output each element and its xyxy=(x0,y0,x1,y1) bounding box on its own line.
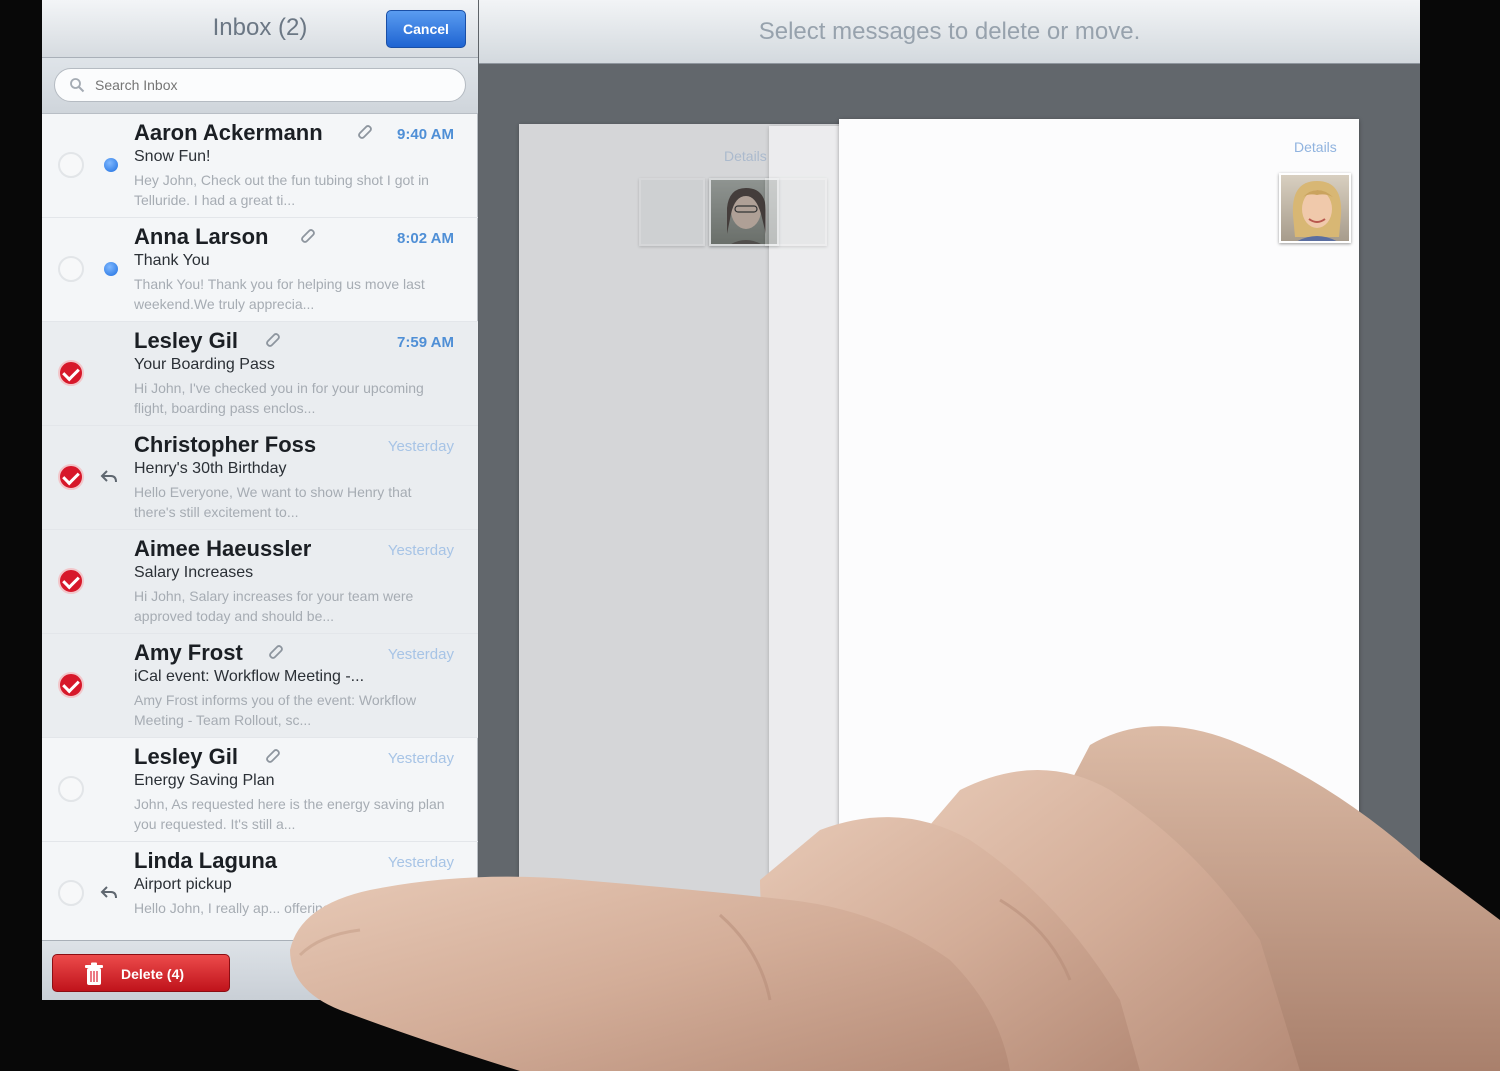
message-subject: Salary Increases xyxy=(134,564,254,581)
selection-circle[interactable] xyxy=(58,152,84,178)
message-subject: Airport pickup xyxy=(134,876,232,893)
edit-toolbar: Delete (4) xyxy=(42,940,478,1000)
message-preview: Hello Everyone, We want to show Henry th… xyxy=(134,484,412,520)
message-time: 8:02 AM xyxy=(397,230,454,247)
sender-name: Aaron Ackermann xyxy=(134,120,323,145)
message-preview: Hey John, Check out the fun tubing shot … xyxy=(134,172,429,208)
unread-dot-icon xyxy=(104,158,118,172)
message-time: Yesterday xyxy=(387,542,454,559)
selection-circle[interactable] xyxy=(58,256,84,282)
message-subject: Energy Saving Plan xyxy=(134,772,275,789)
message-row[interactable]: Linda Laguna Yesterday Airport pickup Hello… xyxy=(42,842,478,940)
message-subject: Snow Fun! xyxy=(134,148,211,165)
message-row[interactable]: Amy Frost Yesterday iCal event: Workflow M… xyxy=(42,634,478,738)
search-input[interactable] xyxy=(95,77,435,93)
checkmark-icon[interactable] xyxy=(58,464,84,490)
message-row[interactable]: Anna Larson 8:02 AM Thank You Thank You! Th… xyxy=(42,218,478,322)
message-subject: Your Boarding Pass xyxy=(134,356,275,373)
list-header: Inbox (2) Cancel xyxy=(42,0,478,58)
message-preview: Amy Frost informs you of the event: Work… xyxy=(134,692,417,728)
message-time: Yesterday xyxy=(387,854,454,871)
sender-avatar xyxy=(1279,173,1351,243)
checkmark-icon[interactable] xyxy=(58,672,84,698)
selection-circle[interactable] xyxy=(58,880,84,906)
cancel-button[interactable]: Cancel xyxy=(386,10,466,48)
reply-icon xyxy=(100,884,118,902)
message-time: Yesterday xyxy=(387,646,454,663)
unread-dot-icon xyxy=(104,262,118,276)
message-subject: iCal event: Workflow Meeting -... xyxy=(134,668,365,685)
message-subject: Henry's 30th Birthday xyxy=(134,460,287,477)
sender-avatar-faded-2 xyxy=(765,178,827,246)
message-time: 7:59 AM xyxy=(397,334,454,351)
details-link[interactable]: Details xyxy=(1294,139,1337,155)
details-link-back[interactable]: Details xyxy=(724,148,767,164)
sender-name: Amy Frost xyxy=(134,640,243,665)
message-time: Yesterday xyxy=(387,438,454,455)
attachment-icon xyxy=(354,122,374,142)
message-list-pane: Inbox (2) Cancel Aaron Ackermann 9:40 AM S… xyxy=(42,0,478,1000)
detail-header: Select messages to delete or move. xyxy=(479,0,1420,64)
message-preview: Thank You! Thank you for helping us move… xyxy=(134,276,425,312)
search-bar xyxy=(42,58,478,114)
sender-name: Aimee Haeussler xyxy=(134,536,312,561)
attachment-icon xyxy=(262,330,282,350)
sender-name: Lesley Gil xyxy=(134,328,238,353)
message-subject: Thank You xyxy=(134,252,210,269)
message-preview: Hi John, I've checked you in for your up… xyxy=(134,380,424,416)
ipad-screen: Inbox (2) Cancel Aaron Ackermann 9:40 AM S… xyxy=(42,0,1420,1000)
selection-prompt: Select messages to delete or move. xyxy=(758,18,1141,45)
message-time: Yesterday xyxy=(387,750,454,767)
message-row[interactable]: Aimee Haeussler Yesterday Salary Increases… xyxy=(42,530,478,634)
attachment-icon xyxy=(262,746,282,766)
message-row[interactable]: Christopher Foss Yesterday Henry's 30th Bi… xyxy=(42,426,478,530)
trash-icon xyxy=(85,962,103,985)
attachment-icon xyxy=(265,642,285,662)
sender-name: Linda Laguna xyxy=(134,848,277,873)
front-message-page: Details xyxy=(839,119,1359,989)
message-row[interactable]: Lesley Gil Yesterday Energy Saving Plan Joh… xyxy=(42,738,478,842)
reply-icon xyxy=(100,468,118,486)
sender-name: Anna Larson xyxy=(134,224,269,249)
delete-button[interactable]: Delete (4) xyxy=(52,954,230,992)
attachment-icon xyxy=(297,226,317,246)
search-icon xyxy=(70,78,85,93)
sender-name: Christopher Foss xyxy=(134,432,317,457)
message-stack-area: Details Details xyxy=(479,64,1420,1000)
checkmark-icon[interactable] xyxy=(58,360,84,386)
sender-avatar-faded xyxy=(639,178,705,246)
message-time: 9:40 AM xyxy=(397,126,454,143)
delete-label: Delete (4) xyxy=(121,966,185,982)
message-preview: Hello John, I really ap... offering to p… xyxy=(134,900,410,916)
message-preview: John, As requested here is the energy sa… xyxy=(134,796,445,832)
message-row[interactable]: Lesley Gil 7:59 AM Your Boarding Pass Hi Jo… xyxy=(42,322,478,426)
sender-name: Lesley Gil xyxy=(134,744,238,769)
message-preview: Hi John, Salary increases for your team … xyxy=(134,588,414,624)
selection-circle[interactable] xyxy=(58,776,84,802)
search-field[interactable] xyxy=(54,68,466,102)
message-list: Aaron Ackermann 9:40 AM Snow Fun! Hey John,… xyxy=(42,114,478,940)
message-row[interactable]: Aaron Ackermann 9:40 AM Snow Fun! Hey John,… xyxy=(42,114,478,218)
checkmark-icon[interactable] xyxy=(58,568,84,594)
